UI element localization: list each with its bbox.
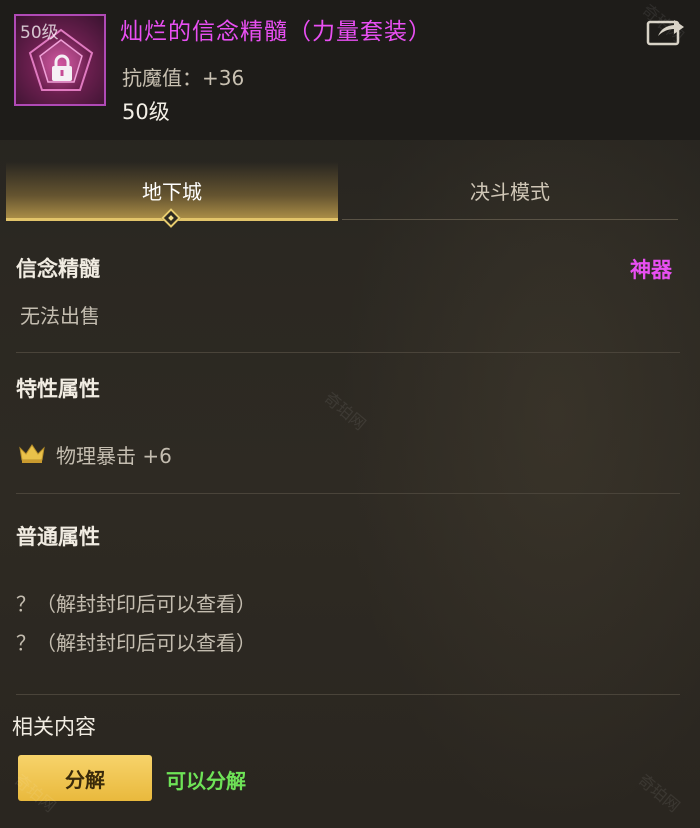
tab-duel-mode[interactable]: 决斗模式 [342, 162, 678, 218]
related-title: 相关内容 [12, 715, 96, 739]
trait-title: 特性属性 [16, 377, 100, 401]
sealed-attribute-1: ？（解封封印后可以查看） [16, 592, 256, 616]
decompose-status: 可以分解 [166, 769, 246, 793]
watermark: 奇珀网 [320, 388, 370, 434]
divider [16, 493, 680, 494]
item-magic-resist: 抗魔值：+36 [122, 66, 245, 90]
item-header: 50级 灿烂的信念精髓（力量套装） 抗魔值：+36 50级 [0, 0, 700, 140]
normal-attr-title: 普通属性 [16, 525, 100, 549]
sealed-attribute-2: ？（解封封印后可以查看） [16, 631, 256, 655]
item-icon[interactable]: 50级 [14, 14, 106, 106]
divider [16, 352, 680, 353]
tab-divider [342, 219, 678, 220]
divider [16, 694, 680, 695]
item-name: 灿烂的信念精髓（力量套装） [120, 19, 432, 45]
lock-icon [52, 54, 72, 81]
watermark: 奇珀网 [634, 770, 684, 816]
sell-status: 无法出售 [20, 304, 100, 328]
trait-attribute: 物理暴击 +6 [56, 444, 172, 468]
crown-icon [19, 444, 45, 463]
rarity-badge: 神器 [630, 258, 672, 282]
tab-bar: 地下城 决斗模式 [6, 162, 678, 228]
item-icon-level: 50级 [20, 23, 59, 43]
item-category: 信念精髓 [16, 257, 100, 281]
item-tooltip-panel: 50级 灿烂的信念精髓（力量套装） 抗魔值：+36 50级 地下城 决斗模式 信… [0, 0, 700, 828]
item-level: 50级 [122, 100, 170, 124]
